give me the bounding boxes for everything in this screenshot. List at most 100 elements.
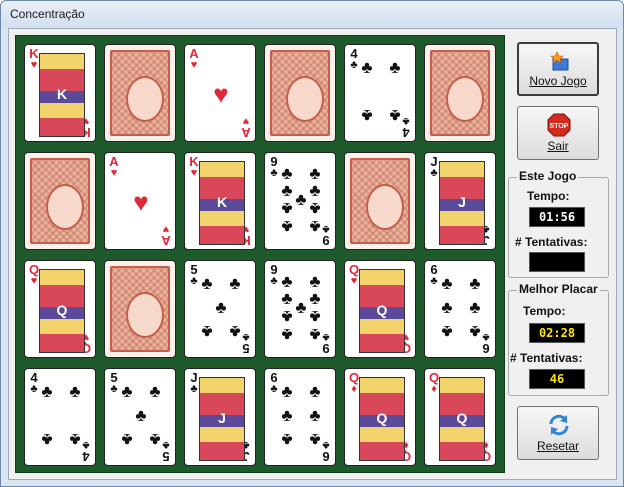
card-rank: 9 <box>322 341 330 356</box>
court-card-rank: Q <box>376 302 388 318</box>
window-title: Concentração <box>10 7 85 21</box>
card-face-down[interactable] <box>104 44 176 142</box>
card-rank: 9 <box>322 233 330 248</box>
card-face-up[interactable]: Q ♦ Q ♦ Q <box>424 368 496 466</box>
card-rank: 6 <box>322 449 330 464</box>
card-index: A ♥ <box>240 115 252 140</box>
card-pip: ♣ <box>41 382 53 401</box>
card-face-down[interactable] <box>424 44 496 142</box>
card-pip: ♣ <box>201 322 213 341</box>
card-rank: 5 <box>242 341 250 356</box>
court-card-rank: J <box>218 410 226 426</box>
current-attempts-display <box>529 252 585 272</box>
court-card-figure: J <box>439 161 485 245</box>
court-card-figure: K <box>39 53 85 137</box>
card-face-up[interactable]: 6 ♣ 6 ♣ ♣ ♣ ♣ ♣ ♣ ♣ <box>264 368 336 466</box>
card-rank: A <box>241 125 251 140</box>
new-game-button[interactable]: Novo Jogo <box>517 42 599 96</box>
card-face-down[interactable] <box>104 260 176 358</box>
card-face-down[interactable] <box>24 152 96 250</box>
card-pip: ♣ <box>121 382 133 401</box>
card-pip: ♣ <box>229 274 241 293</box>
best-time-label: Tempo: <box>523 304 566 318</box>
card-rank: A <box>161 233 171 248</box>
card-pip: ♣ <box>309 406 321 425</box>
card-rank: 4 <box>82 449 90 464</box>
card-back-pattern <box>110 50 170 136</box>
court-card-figure: Q <box>439 377 485 461</box>
court-card-figure: Q <box>39 269 85 353</box>
card-index: A ♥ <box>160 223 172 248</box>
card-pip: ♣ <box>309 272 321 291</box>
card-back-emblem <box>46 184 84 230</box>
card-pip: ♣ <box>229 322 241 341</box>
card-pip: ♣ <box>389 58 401 77</box>
card-pip: ♣ <box>201 274 213 293</box>
card-back-emblem <box>286 76 324 122</box>
card-face-up[interactable]: Q ♥ Q ♥ Q <box>24 260 96 358</box>
court-card-figure: J <box>199 377 245 461</box>
card-face-up[interactable]: 5 ♣ 5 ♣ ♣ ♣ ♣ ♣ ♣ <box>104 368 176 466</box>
card-pip: ♣ <box>309 307 321 326</box>
title-bar: Concentração <box>1 1 623 27</box>
card-pip: ♣ <box>361 106 373 125</box>
card-pip: ♣ <box>281 325 293 344</box>
card-rank: 4 <box>402 125 410 140</box>
card-index: A ♥ <box>188 47 200 71</box>
best-time-display: 02:28 <box>529 323 585 343</box>
card-pip: ♣ <box>469 298 481 317</box>
best-attempts-label: # Tentativas: <box>510 351 583 365</box>
card-center-pip: ♥ <box>213 79 229 109</box>
card-pip: ♣ <box>281 307 293 326</box>
court-card-figure: K <box>199 161 245 245</box>
card-pip: ♣ <box>215 298 227 317</box>
card-pip: ♣ <box>281 430 293 449</box>
card-face-up[interactable]: A ♥ A ♥ ♥ <box>104 152 176 250</box>
card-pip: ♣ <box>69 430 81 449</box>
exit-button[interactable]: STOP Sair <box>517 106 599 160</box>
card-face-up[interactable]: Q ♦ Q ♦ Q <box>344 368 416 466</box>
card-center-pip: ♥ <box>133 187 149 217</box>
card-back-pattern <box>270 50 330 136</box>
card-face-down[interactable] <box>264 44 336 142</box>
card-face-up[interactable]: 5 ♣ 5 ♣ ♣ ♣ ♣ ♣ ♣ <box>184 260 256 358</box>
app-window: Concentração K ♥ K ♥ K A ♥ A ♥ ♥ 4 ♣ 4 ♣ ♣ ♣ ♣ ♣ A ♥ A ♥ ♥ K ♥ K ♥… <box>0 0 624 487</box>
card-face-down[interactable] <box>344 152 416 250</box>
court-card-rank: K <box>216 194 228 210</box>
court-card-rank: Q <box>456 410 468 426</box>
card-pip: ♣ <box>281 272 293 291</box>
card-face-up[interactable]: 4 ♣ 4 ♣ ♣ ♣ ♣ ♣ <box>24 368 96 466</box>
best-score-group: Melhor Placar Tempo: 02:28 # Tentativas:… <box>508 282 609 396</box>
card-pip: ♣ <box>281 382 293 401</box>
card-face-up[interactable]: K ♥ K ♥ K <box>24 44 96 142</box>
card-pip: ♣ <box>309 325 321 344</box>
court-card-rank: K <box>56 86 68 102</box>
card-pip: ♣ <box>441 322 453 341</box>
card-face-up[interactable]: A ♥ A ♥ ♥ <box>184 44 256 142</box>
card-pip: ♣ <box>281 217 293 236</box>
card-pip: ♣ <box>361 58 373 77</box>
card-pip: ♣ <box>41 430 53 449</box>
card-face-up[interactable]: 9 ♣ 9 ♣ ♣ ♣ ♣ ♣ ♣ ♣ ♣ ♣ ♣ <box>264 260 336 358</box>
card-rank: 5 <box>162 449 170 464</box>
card-face-up[interactable]: J ♣ J ♣ J <box>424 152 496 250</box>
reset-label: Resetar <box>536 439 580 453</box>
card-face-up[interactable]: 9 ♣ 9 ♣ ♣ ♣ ♣ ♣ ♣ ♣ ♣ ♣ ♣ <box>264 152 336 250</box>
card-pip: ♣ <box>309 382 321 401</box>
card-back-emblem <box>126 292 164 338</box>
current-game-legend: Este Jogo <box>517 169 579 183</box>
card-face-up[interactable]: 4 ♣ 4 ♣ ♣ ♣ ♣ ♣ <box>344 44 416 142</box>
reset-button[interactable]: Resetar <box>517 406 599 460</box>
card-face-up[interactable]: K ♥ K ♥ K <box>184 152 256 250</box>
card-face-up[interactable]: J ♣ J ♣ J <box>184 368 256 466</box>
court-card-figure: Q <box>359 377 405 461</box>
card-face-up[interactable]: 6 ♣ 6 ♣ ♣ ♣ ♣ ♣ ♣ ♣ <box>424 260 496 358</box>
svg-text:STOP: STOP <box>550 123 569 130</box>
card-back-pattern <box>430 50 490 136</box>
court-card-rank: Q <box>56 302 68 318</box>
card-back-emblem <box>446 76 484 122</box>
court-card-rank: J <box>458 194 466 210</box>
current-time-display: 01:56 <box>529 207 585 227</box>
card-face-up[interactable]: Q ♥ Q ♥ Q <box>344 260 416 358</box>
card-pip: ♣ <box>149 382 161 401</box>
